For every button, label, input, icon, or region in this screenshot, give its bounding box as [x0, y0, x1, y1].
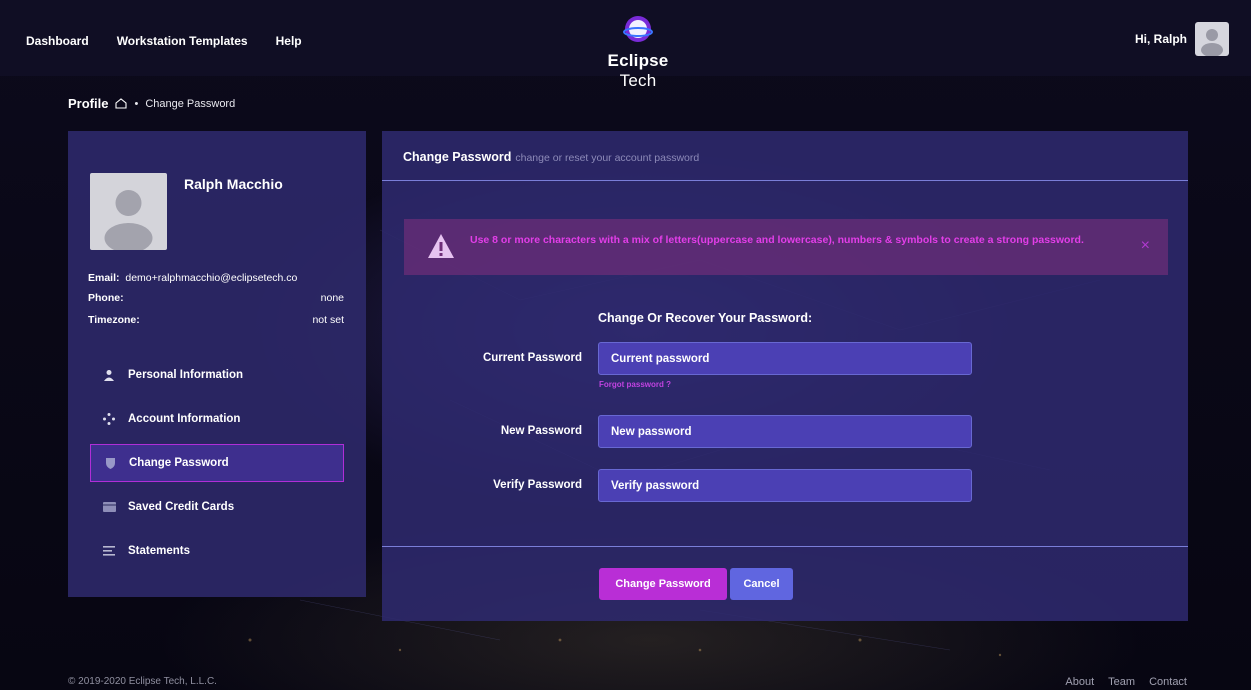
email-label: Email:	[88, 272, 120, 284]
current-password-label: Current Password	[482, 352, 582, 364]
sidebar-item-label: Account Information	[128, 413, 241, 425]
current-password-input[interactable]	[598, 342, 972, 375]
sidebar-item-label: Saved Credit Cards	[128, 501, 235, 513]
new-password-input[interactable]	[598, 415, 972, 448]
sidebar-item-personal-information[interactable]: Personal Information	[90, 356, 344, 394]
breadcrumb-separator: •	[134, 97, 139, 110]
user-silhouette-icon	[1201, 29, 1223, 56]
sidebar-item-label: Statements	[128, 545, 190, 557]
forgot-password-link[interactable]: Forgot password ?	[599, 380, 671, 389]
timezone-value: not set	[312, 314, 344, 326]
list-icon	[102, 544, 116, 558]
copyright: © 2019-2020 Eclipse Tech, L.L.C.	[68, 676, 217, 687]
breadcrumb: Profile • Change Password	[68, 96, 235, 111]
verify-password-label: Verify Password	[493, 479, 582, 491]
panel-footer-divider	[382, 546, 1188, 547]
footer-links: About Team Contact	[1065, 676, 1187, 688]
profile-avatar	[90, 173, 167, 250]
profile-phone-row: Phone: none	[88, 292, 344, 304]
top-navigation-bar: Dashboard Workstation Templates Help Ecl…	[0, 0, 1251, 90]
cancel-button[interactable]: Cancel	[730, 568, 793, 600]
sidebar-item-saved-credit-cards[interactable]: Saved Credit Cards	[90, 488, 344, 526]
user-menu[interactable]: Hi, Ralph	[1135, 22, 1229, 56]
footer-link-about[interactable]: About	[1065, 676, 1094, 688]
sidebar-item-change-password[interactable]: Change Password	[90, 444, 344, 482]
breadcrumb-current: Change Password	[145, 97, 236, 110]
main-nav: Dashboard Workstation Templates Help	[26, 34, 302, 48]
profile-name: Ralph Macchio	[184, 176, 283, 192]
form-title: Change Or Recover Your Password:	[598, 311, 813, 325]
card-icon	[102, 500, 116, 514]
phone-label: Phone:	[88, 292, 124, 304]
panel-title: Change Password change or reset your acco…	[403, 150, 700, 164]
page-title: Profile	[68, 96, 109, 111]
user-silhouette-icon	[104, 190, 153, 250]
logo-text: Eclipse Tech	[607, 51, 669, 90]
avatar[interactable]	[1195, 22, 1229, 56]
home-icon[interactable]	[115, 98, 128, 109]
sidebar-item-label: Personal Information	[128, 369, 244, 381]
footer-link-contact[interactable]: Contact	[1149, 676, 1187, 688]
close-icon[interactable]: ×	[1141, 237, 1150, 255]
sidebar-item-statements[interactable]: Statements	[90, 532, 344, 570]
footer-link-team[interactable]: Team	[1108, 676, 1135, 688]
nav-workstation-templates[interactable]: Workstation Templates	[117, 34, 248, 48]
person-icon	[102, 368, 116, 382]
diamond-dots-icon	[102, 412, 116, 426]
change-password-panel: Change Password change or reset your acco…	[382, 131, 1188, 621]
nav-dashboard[interactable]: Dashboard	[26, 34, 89, 48]
new-password-label: New Password	[500, 425, 582, 437]
sidebar-item-account-information[interactable]: Account Information	[90, 400, 344, 438]
eclipse-tech-logo[interactable]: Eclipse Tech	[588, 14, 688, 90]
alert-message: Use 8 or more characters with a mix of l…	[470, 234, 1084, 246]
timezone-label: Timezone:	[88, 314, 140, 326]
profile-email-row: Email: demo+ralphmacchio@eclipsetech.co	[88, 272, 344, 284]
change-password-button[interactable]: Change Password	[599, 568, 727, 600]
profile-timezone-row: Timezone: not set	[88, 314, 344, 326]
user-greeting: Hi, Ralph	[1134, 32, 1187, 46]
shield-icon	[103, 456, 117, 470]
sidebar-item-label: Change Password	[129, 457, 229, 469]
panel-header: Change Password change or reset your acco…	[382, 131, 1188, 181]
warning-icon	[428, 234, 454, 258]
email-value: demo+ralphmacchio@eclipsetech.co	[125, 272, 298, 284]
verify-password-input[interactable]	[598, 469, 972, 502]
eclipse-logo-icon	[623, 16, 653, 42]
profile-card: Ralph Macchio Email: demo+ralphmacchio@e…	[68, 131, 366, 597]
panel-subtitle: change or reset your account password	[515, 152, 700, 164]
nav-help[interactable]: Help	[276, 34, 302, 48]
phone-value: none	[320, 292, 344, 304]
password-rules-alert: Use 8 or more characters with a mix of l…	[404, 219, 1168, 275]
